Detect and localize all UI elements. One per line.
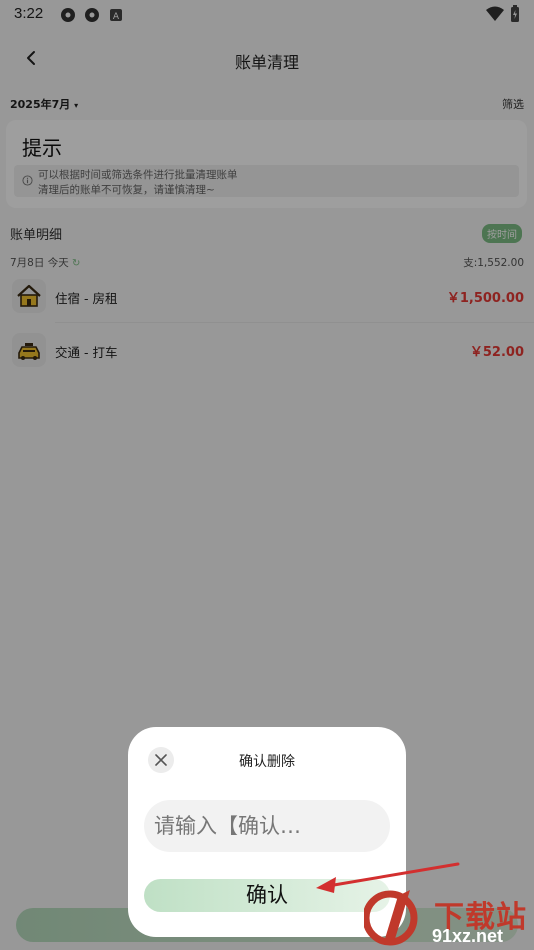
dialog-title: 确认删除 xyxy=(239,754,295,770)
confirm-text-input[interactable] xyxy=(144,800,390,852)
watermark-url: 91xz.net xyxy=(432,926,504,946)
confirm-button[interactable]: 确认 xyxy=(144,879,390,912)
